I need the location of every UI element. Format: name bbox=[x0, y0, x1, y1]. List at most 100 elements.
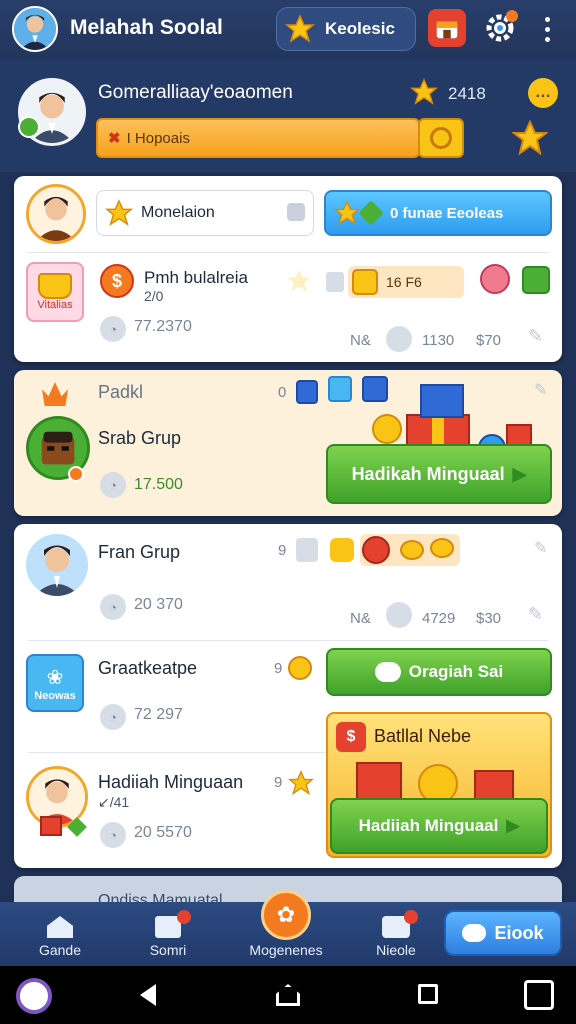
daily-action-label: 0 funae Eeoleas bbox=[390, 204, 504, 222]
box-icon[interactable] bbox=[522, 266, 550, 294]
profile-section: Gomeralliaay'eoaomen 2418 … ✖ I Hopoais bbox=[0, 60, 576, 172]
star-outline-icon bbox=[286, 268, 312, 299]
character-icon[interactable] bbox=[480, 264, 510, 294]
group-badge-icon bbox=[68, 466, 84, 482]
puzzle-icon bbox=[287, 203, 305, 221]
more-menu-icon[interactable] bbox=[538, 14, 556, 44]
recents-icon[interactable] bbox=[418, 984, 438, 1004]
row2-stat: 72 297 bbox=[134, 706, 183, 723]
notification-dot bbox=[506, 10, 518, 22]
app-title: Melahah Soolal bbox=[70, 16, 223, 39]
screenshot-icon[interactable] bbox=[524, 980, 554, 1010]
arrow-right-icon: ▶ bbox=[512, 463, 527, 484]
mail-icon bbox=[155, 910, 191, 938]
crown-icon bbox=[42, 382, 68, 406]
item-sub: 2/0 bbox=[144, 288, 164, 304]
system-nav-bar bbox=[0, 966, 576, 1024]
row1-title: Fran Grup bbox=[98, 542, 181, 562]
chat-small-icon bbox=[386, 602, 412, 628]
reward-chip[interactable]: 16 F6 bbox=[348, 266, 464, 298]
row1-stat2: 4729 bbox=[422, 610, 456, 627]
shop-icon[interactable] bbox=[428, 9, 466, 47]
coin-stack-icon bbox=[352, 269, 378, 295]
chat-icon[interactable]: … bbox=[528, 78, 558, 108]
group-card: Padkl 0 ✎ Srab Grup ◔ 17.500 Hadikah Min… bbox=[14, 370, 562, 516]
nav-messages[interactable]: Somri bbox=[132, 902, 204, 966]
cta-button[interactable]: Eiook bbox=[444, 910, 562, 956]
weekly-gift-button[interactable]: Hadikah Minguaal ▶ bbox=[326, 444, 552, 504]
hand-icon bbox=[330, 538, 354, 562]
badge-dot bbox=[404, 910, 418, 924]
group-name: Srab Grup bbox=[98, 428, 182, 448]
profile-name: Gomeralliaay'eoaomen bbox=[98, 82, 293, 103]
star-icon bbox=[105, 199, 133, 226]
clock-icon: ◔ bbox=[100, 472, 126, 498]
row1-avatar[interactable] bbox=[26, 534, 88, 596]
group-heading: Padkl bbox=[98, 382, 144, 402]
chat-bubble-icon bbox=[374, 662, 401, 682]
status-submit-button[interactable] bbox=[418, 118, 464, 158]
pin-icon[interactable]: ✎ bbox=[534, 538, 547, 558]
online-badge-icon bbox=[18, 116, 40, 138]
badge-dot bbox=[177, 910, 191, 924]
row3-title: Hadiiah Minguaan bbox=[98, 772, 244, 792]
row2-tile-label: Neowas bbox=[34, 689, 76, 702]
search-field[interactable]: Monelaion bbox=[96, 190, 314, 236]
row1-count: 9 bbox=[278, 542, 287, 559]
group-count: 0 bbox=[278, 384, 287, 401]
currency-label: Keolesic bbox=[325, 19, 395, 38]
row3-count: 9 bbox=[274, 774, 283, 791]
back-icon[interactable] bbox=[140, 984, 156, 1006]
daily-action-button[interactable]: 0 funae Eeoleas bbox=[324, 190, 552, 236]
row3-stat: 20 5570 bbox=[134, 824, 192, 841]
list-card: Fran Grup 9 ✎ ◔ 20 370 N& 4729 $30 ✎ ❀ N… bbox=[14, 524, 562, 868]
divider bbox=[28, 252, 548, 253]
cup-icon bbox=[296, 538, 318, 562]
close-icon: ✖ bbox=[108, 130, 121, 147]
dollar-coin-icon: $ bbox=[100, 264, 134, 298]
status-input[interactable]: ✖ I Hopoais bbox=[96, 118, 420, 158]
nav-center[interactable]: ✿ Mogenenes bbox=[236, 890, 336, 966]
chat-small-icon bbox=[386, 326, 412, 352]
nav-home[interactable]: Gande bbox=[24, 902, 96, 966]
clock-icon: ◔ bbox=[100, 822, 126, 848]
main-card: Monelaion 0 funae Eeoleas Vitalias $ Pmh… bbox=[14, 176, 562, 362]
top-bar: Melahah Soolal Keolesic bbox=[0, 0, 576, 60]
gift-small-icon bbox=[40, 816, 62, 836]
currency-pill[interactable]: Keolesic bbox=[276, 7, 416, 51]
divider bbox=[28, 640, 548, 641]
user-avatar[interactable] bbox=[12, 6, 58, 52]
nav-notes[interactable]: Nieole bbox=[360, 902, 432, 966]
assistant-icon[interactable] bbox=[16, 978, 52, 1014]
star-icon bbox=[287, 770, 315, 801]
star-icon bbox=[334, 200, 360, 225]
chat-bubble-icon bbox=[462, 924, 487, 942]
row2-tile[interactable]: ❀ Neowas bbox=[26, 654, 84, 712]
item-stat-2: 1130 bbox=[422, 332, 455, 349]
row1-stat: 20 370 bbox=[134, 596, 183, 613]
home-nav-icon[interactable] bbox=[276, 984, 300, 1006]
notes-icon bbox=[382, 910, 418, 938]
pencil-icon[interactable]: ✎ bbox=[528, 604, 543, 625]
row3-sub: ↙/41 bbox=[98, 794, 130, 810]
card-avatar[interactable] bbox=[26, 184, 86, 244]
star-icon bbox=[409, 78, 439, 111]
dice-icon bbox=[296, 380, 318, 404]
search-label: Monelaion bbox=[141, 204, 215, 221]
promo-button[interactable]: Hadiiah Minguaal ▶ bbox=[330, 798, 548, 854]
arrow-right-icon: ▶ bbox=[506, 816, 520, 835]
settings-icon[interactable] bbox=[482, 10, 518, 46]
clock-icon: ◔ bbox=[100, 316, 126, 342]
status-text: I Hopoais bbox=[126, 129, 190, 147]
clock-icon: ◔ bbox=[100, 704, 126, 730]
pencil-icon[interactable]: ✎ bbox=[528, 326, 543, 347]
row1-stat3: $30 bbox=[476, 610, 502, 627]
nav-notes-label: Nieole bbox=[376, 942, 416, 958]
center-action-icon: ✿ bbox=[261, 890, 311, 940]
coin-strip[interactable] bbox=[360, 534, 460, 566]
dollar-badge-icon: $ bbox=[336, 722, 366, 752]
send-group-button[interactable]: Oragiah Sai bbox=[326, 648, 552, 696]
row1-prefix: N& bbox=[350, 610, 371, 627]
item-tile[interactable]: Vitalias bbox=[26, 262, 84, 322]
nav-center-label: Mogenenes bbox=[249, 942, 323, 958]
